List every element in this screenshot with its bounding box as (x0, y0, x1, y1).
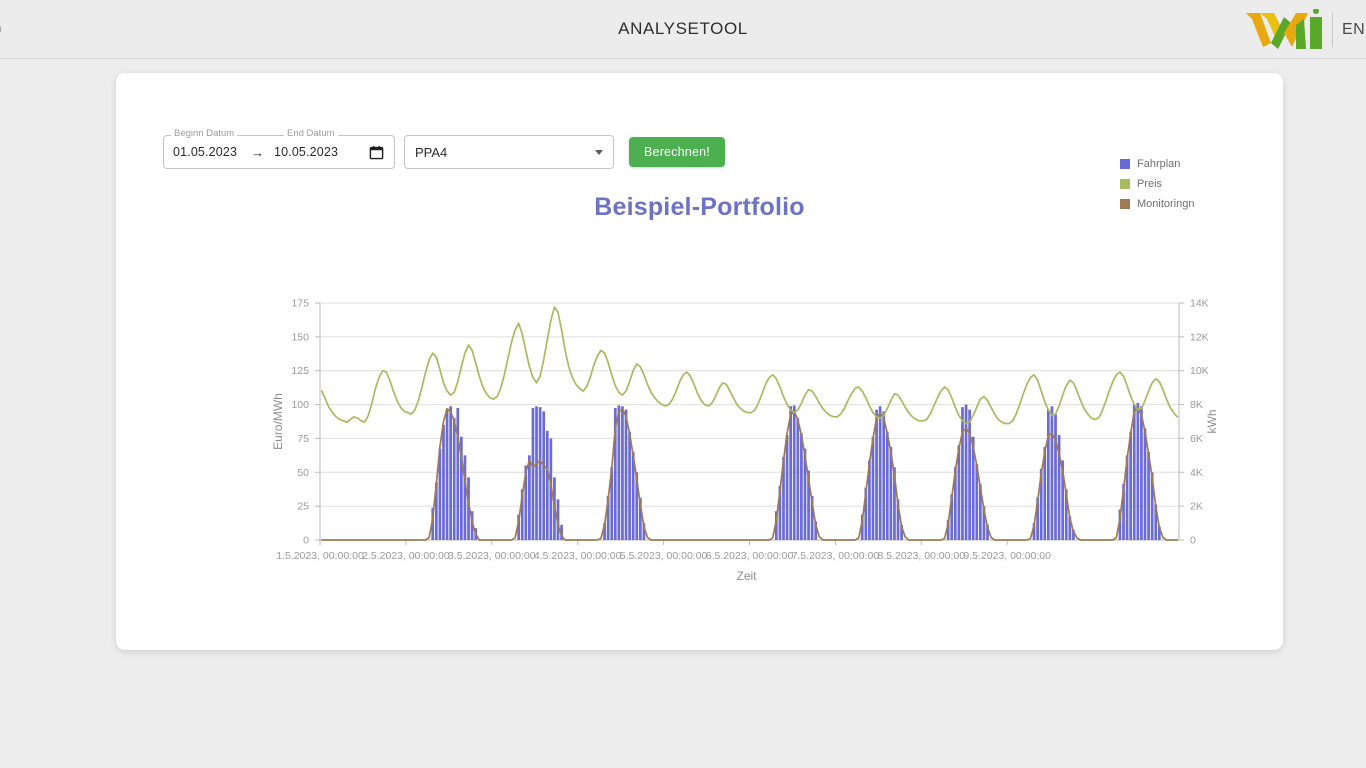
svg-text:25: 25 (297, 501, 309, 513)
brand-suffix-text: EN (1342, 20, 1366, 38)
svg-text:4K: 4K (1190, 467, 1203, 479)
legend-item[interactable]: Preis (1120, 174, 1194, 194)
end-date-input[interactable]: 10.05.2023 (274, 145, 348, 159)
legend-swatch-monitoring (1120, 199, 1130, 209)
content-card: Beginn Datum End Datum 01.05.2023 → 10.0… (116, 73, 1283, 650)
chart-title: Beispiel-Portfolio (594, 193, 805, 221)
svg-text:5.5.2023, 00:00:00: 5.5.2023, 00:00:00 (620, 550, 708, 562)
svg-text:8K: 8K (1190, 399, 1203, 411)
legend-label-preis: Preis (1137, 178, 1163, 190)
svg-text:100: 100 (291, 399, 309, 411)
svg-text:0: 0 (1190, 535, 1196, 547)
filter-toolbar: Beginn Datum End Datum 01.05.2023 → 10.0… (163, 129, 725, 169)
chart-area: 0 25 50 75 100 125 150 175 0 2K 4K 6K 8K 10K 12K 14K 1.5… (116, 221, 1283, 601)
svg-text:12K: 12K (1190, 331, 1209, 343)
legend-item[interactable]: Fahrplan (1120, 154, 1194, 174)
svg-text:125: 125 (291, 365, 309, 377)
begin-date-label: Beginn Datum (171, 129, 238, 139)
legend-label-fahrplan: Fahrplan (1137, 158, 1181, 170)
svg-text:Zeit: Zeit (736, 569, 757, 583)
svg-text:3.5.2023, 00:00:00: 3.5.2023, 00:00:00 (448, 550, 536, 562)
calculate-button[interactable]: Berechnen! (629, 137, 725, 167)
svg-text:175: 175 (291, 298, 309, 310)
chevron-down-icon (595, 149, 603, 155)
legend-swatch-preis (1120, 179, 1130, 189)
svg-text:6K: 6K (1190, 433, 1203, 445)
svg-text:75: 75 (297, 433, 309, 445)
portfolio-select[interactable]: PPA4 (404, 135, 614, 169)
brand-area: EN (1244, 0, 1366, 59)
brand-divider (1332, 12, 1333, 47)
svg-text:9.5.2023, 00:00:00: 9.5.2023, 00:00:00 (963, 550, 1051, 562)
svg-text:Euro/MWh: Euro/MWh (271, 393, 285, 450)
date-range-field[interactable]: Beginn Datum End Datum 01.05.2023 → 10.0… (163, 129, 395, 169)
portfolio-chart: 0 25 50 75 100 125 150 175 0 2K 4K 6K 8K 10K 12K 14K 1.5… (271, 298, 1219, 584)
svg-text:4.5.2023, 00:00:00: 4.5.2023, 00:00:00 (534, 550, 622, 562)
app-title: ANALYSETOOL (618, 19, 748, 38)
legend-swatch-fahrplan (1120, 159, 1130, 169)
svg-text:14K: 14K (1190, 298, 1209, 310)
begin-date-input[interactable]: 01.05.2023 (173, 145, 247, 159)
svg-text:2K: 2K (1190, 501, 1203, 513)
svg-text:10K: 10K (1190, 365, 1209, 377)
chart-legend: Fahrplan Preis Monitoringn (1120, 154, 1194, 214)
svg-text:7.5.2023, 00:00:00: 7.5.2023, 00:00:00 (792, 550, 880, 562)
legend-item[interactable]: Monitoringn (1120, 194, 1194, 214)
svg-text:0: 0 (303, 535, 309, 547)
app-header: n ANALYSETOOL EN (0, 0, 1366, 59)
legend-label-monitoring: Monitoringn (1137, 198, 1195, 210)
svg-text:50: 50 (297, 467, 309, 479)
svg-text:8.5.2023, 00:00:00: 8.5.2023, 00:00:00 (878, 550, 966, 562)
svg-text:1.5.2023, 00:00:00: 1.5.2023, 00:00:00 (276, 550, 364, 562)
wvi-logo-icon (1244, 8, 1328, 51)
range-arrow-icon: → (251, 144, 264, 160)
svg-text:2.5.2023, 00:00:00: 2.5.2023, 00:00:00 (362, 550, 450, 562)
svg-text:kWh: kWh (1205, 410, 1219, 434)
calendar-icon[interactable] (365, 141, 387, 163)
svg-text:150: 150 (291, 331, 309, 343)
end-date-label: End Datum (284, 129, 338, 139)
portfolio-select-value: PPA4 (415, 144, 448, 160)
svg-text:6.5.2023, 00:00:00: 6.5.2023, 00:00:00 (706, 550, 794, 562)
